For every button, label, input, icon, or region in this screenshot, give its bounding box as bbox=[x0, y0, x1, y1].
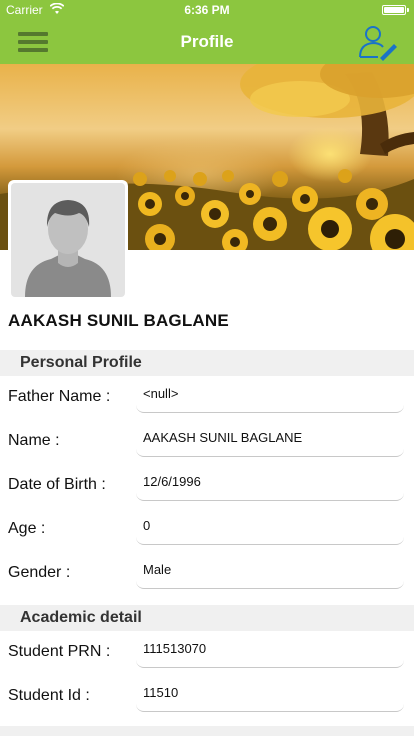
gender-field[interactable]: Male bbox=[136, 553, 404, 589]
field-value-text: 11510 bbox=[143, 685, 179, 700]
avatar[interactable] bbox=[8, 180, 128, 300]
clock: 6:36 PM bbox=[184, 3, 230, 17]
date-of-birth-field[interactable]: 12/6/1996 bbox=[136, 465, 404, 501]
field-value-text: AAKASH SUNIL BAGLANE bbox=[143, 430, 303, 445]
student-id-label: Student Id : bbox=[8, 687, 90, 704]
section-divider bbox=[0, 726, 414, 736]
student-prn-field[interactable]: 111513070 bbox=[136, 632, 404, 668]
field-value-text: <null> bbox=[143, 386, 179, 401]
battery-level bbox=[384, 7, 404, 13]
academic-detail-header: Academic detail bbox=[0, 605, 414, 631]
page-title: Profile bbox=[180, 32, 234, 51]
section-title: Personal Profile bbox=[20, 354, 142, 371]
student-prn-label: Student PRN : bbox=[8, 643, 111, 660]
name-field[interactable]: AAKASH SUNIL BAGLANE bbox=[136, 421, 404, 457]
father-name-label: Father Name : bbox=[8, 388, 111, 405]
field-value-text: 0 bbox=[143, 518, 151, 533]
date-of-birth-label: Date of Birth : bbox=[8, 476, 106, 493]
personal-profile-header: Personal Profile bbox=[0, 350, 414, 376]
field-value-text: 111513070 bbox=[143, 641, 207, 656]
gender-label: Gender : bbox=[8, 564, 71, 581]
field-value-text: 12/6/1996 bbox=[143, 474, 201, 489]
field-value-text: Male bbox=[143, 562, 172, 577]
section-title: Academic detail bbox=[20, 609, 142, 626]
user-edit-icon[interactable] bbox=[356, 23, 398, 61]
age-field[interactable]: 0 bbox=[136, 509, 404, 545]
name-label: Name : bbox=[8, 432, 60, 449]
status-bar: Carrier 6:36 PM bbox=[0, 0, 414, 20]
student-name: AAKASH SUNIL BAGLANE bbox=[8, 311, 229, 330]
battery-icon bbox=[382, 5, 409, 15]
father-name-field[interactable]: <null> bbox=[136, 377, 404, 413]
student-id-field[interactable]: 11510 bbox=[136, 676, 404, 712]
age-label: Age : bbox=[8, 520, 46, 537]
avatar-placeholder-icon bbox=[25, 200, 111, 297]
nav-bar: Profile bbox=[0, 20, 414, 64]
hamburger-menu-icon[interactable] bbox=[18, 29, 48, 55]
